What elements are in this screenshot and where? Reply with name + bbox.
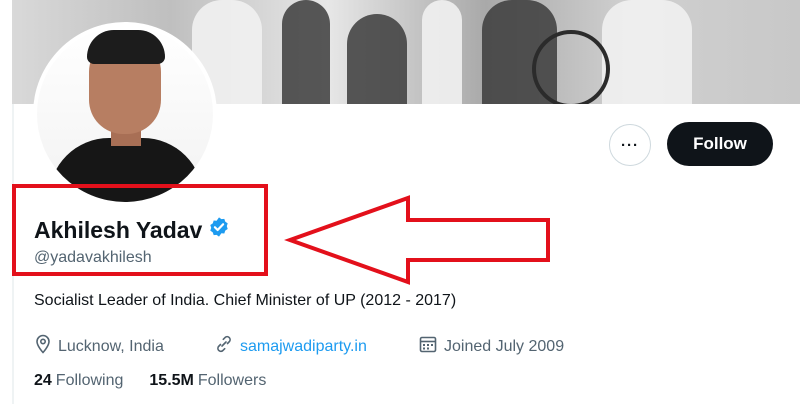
- follow-button[interactable]: Follow: [667, 122, 773, 166]
- profile-bio: Socialist Leader of India. Chief Ministe…: [34, 292, 457, 309]
- avatar[interactable]: [33, 22, 217, 206]
- avatar-photo: [37, 26, 213, 202]
- user-handle: @yadavakhilesh: [34, 249, 152, 266]
- followers-link[interactable]: 15.5M Followers: [149, 372, 266, 390]
- website-link[interactable]: samajwadiparty.in: [240, 338, 367, 356]
- more-dots-icon: ···: [621, 136, 639, 154]
- following-label: Following: [55, 372, 124, 389]
- followers-count: 15.5M: [149, 372, 194, 389]
- display-name-text: Akhilesh Yadav: [34, 216, 203, 243]
- followers-label: Followers: [197, 372, 267, 389]
- joined-item: Joined July 2009: [418, 334, 564, 359]
- more-options-button[interactable]: ···: [609, 124, 651, 166]
- verified-badge-icon: [208, 216, 230, 244]
- location-pin-icon: [34, 334, 52, 359]
- location-text: Lucknow, India: [58, 337, 164, 355]
- following-count: 24: [34, 372, 52, 389]
- following-link[interactable]: 24 Following: [34, 372, 123, 390]
- follow-stats: 24 Following 15.5M Followers: [34, 372, 266, 390]
- joined-text: Joined July 2009: [444, 337, 565, 355]
- link-icon: [214, 334, 234, 359]
- calendar-icon: [418, 334, 438, 359]
- display-name: Akhilesh Yadav: [34, 216, 230, 244]
- annotation-arrow: [284, 195, 550, 285]
- location-item: Lucknow, India: [34, 334, 164, 359]
- website-item[interactable]: samajwadiparty.in: [214, 334, 367, 359]
